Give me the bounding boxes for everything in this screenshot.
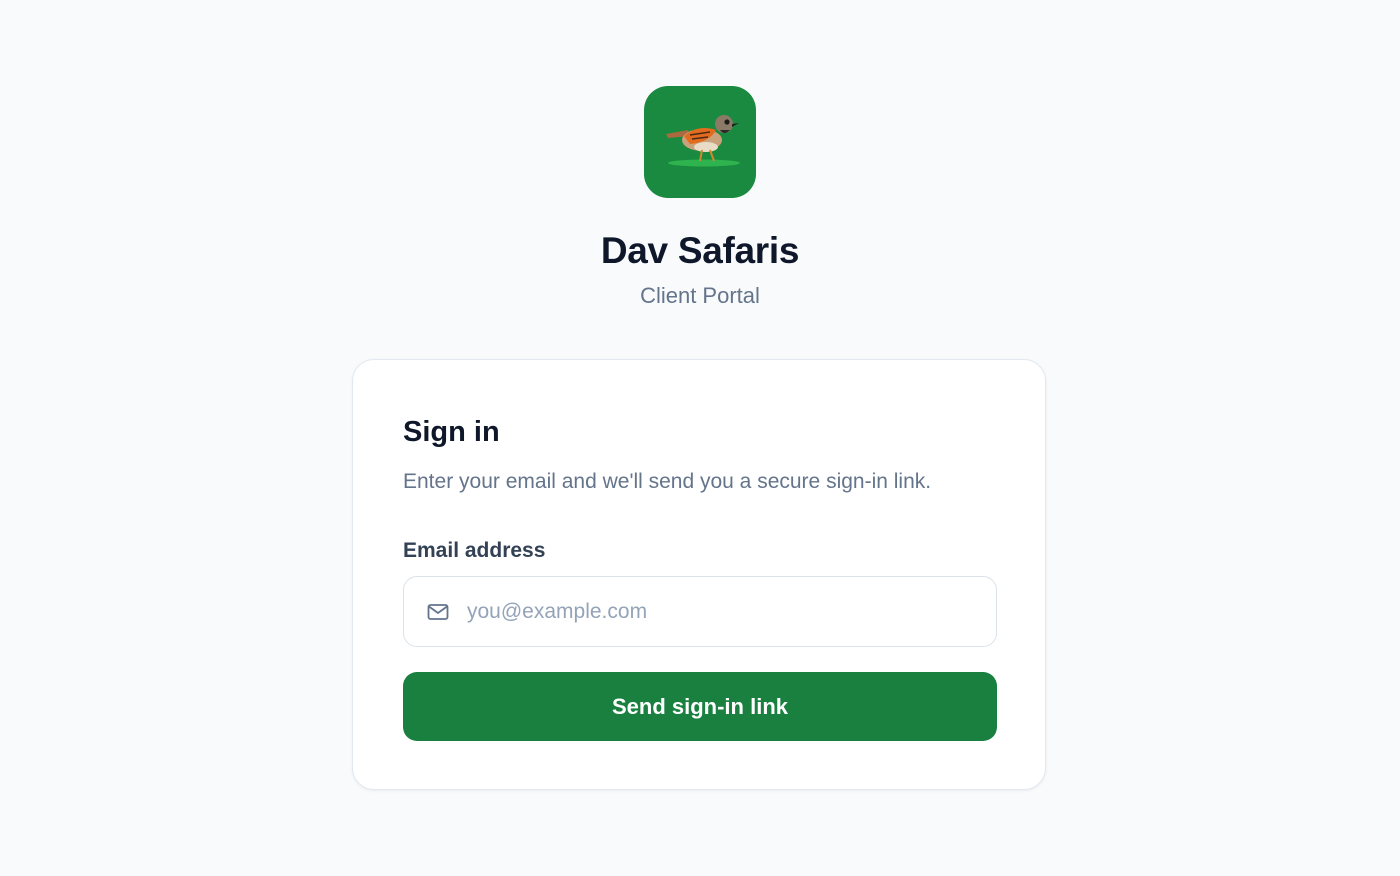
email-field[interactable] xyxy=(403,576,997,647)
send-signin-link-button[interactable]: Send sign-in link xyxy=(403,672,997,741)
brand-header: Dav Safaris Client Portal xyxy=(0,86,1400,310)
app-title: Dav Safaris xyxy=(600,230,800,271)
app-subtitle: Client Portal xyxy=(640,283,760,308)
email-input[interactable] xyxy=(467,591,967,632)
login-page: Dav Safaris Client Portal Sign in Enter … xyxy=(0,0,1400,876)
bird-logo-icon xyxy=(666,115,740,167)
mail-icon xyxy=(426,600,450,624)
signin-description: Enter your email and we'll send you a se… xyxy=(403,470,932,493)
email-label: Email address xyxy=(403,539,546,562)
signin-card: Sign in Enter your email and we'll send … xyxy=(352,359,1046,790)
brand-logo xyxy=(644,86,756,198)
signin-heading: Sign in xyxy=(403,416,500,448)
